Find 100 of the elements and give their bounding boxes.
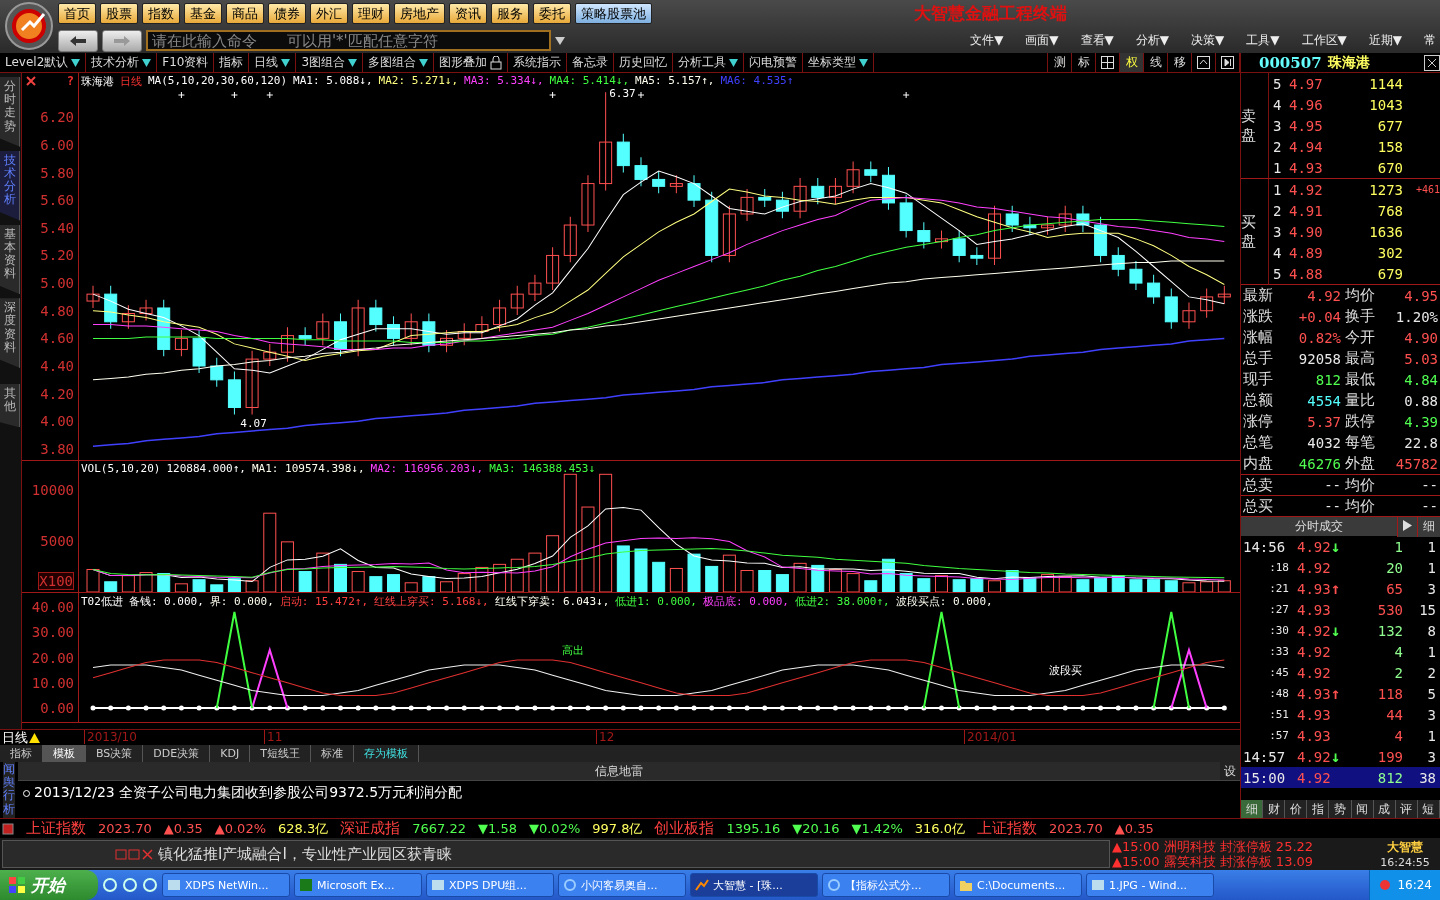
trade-row[interactable]: :21 4.93↑ 65 3 <box>1241 578 1440 599</box>
side-tab[interactable]: 技术分析 <box>0 150 20 221</box>
taskbar-item[interactable]: C:\Documents... <box>954 873 1082 897</box>
volume-cell-text: 677 <box>1376 117 1403 134</box>
trade-row[interactable]: :48 4.93↑ 118 5 <box>1241 683 1440 704</box>
volume-cell-text: 1144 <box>1368 75 1403 92</box>
indicator-value: 低进1: 0.000, <box>615 594 697 608</box>
trade-row[interactable]: :27 4.93 530 15 <box>1241 599 1440 620</box>
time-cell-text: :33 <box>1268 645 1289 658</box>
stat-label: 涨跌 <box>1243 307 1274 326</box>
date-label: 12 <box>596 729 615 744</box>
volume-cell-text: 158 <box>1376 138 1403 155</box>
axis-label: 6.20 <box>40 109 74 126</box>
trade-row[interactable]: 14:57 4.92↓ 199 3 <box>1241 746 1440 767</box>
stat-label: 总买 <box>1243 496 1274 516</box>
taskbar-item[interactable]: 大智慧 - [珠... <box>690 873 818 897</box>
nav-button[interactable]: 首页 <box>58 3 96 24</box>
side-tab[interactable]: 深度资料 <box>0 298 20 368</box>
ticker-text: 2023.70 <box>1048 821 1103 836</box>
count-cell-text: 3 <box>1426 706 1436 723</box>
stat-label: 今开 <box>1344 328 1376 347</box>
trade-row[interactable]: :57 4.93 4 1 <box>1241 725 1440 746</box>
nav-button[interactable]: 策略股票池 <box>575 3 652 24</box>
stat-value: -- <box>1323 477 1341 493</box>
nav-button[interactable]: 理财 <box>352 3 390 24</box>
price-cell-text: 4.95 <box>1289 117 1324 134</box>
menu-item[interactable]: 分析▼ <box>1135 32 1170 49</box>
nav-button[interactable]: 房地产 <box>394 3 445 24</box>
stock-name: 珠海港 <box>1327 53 1370 72</box>
menu-item[interactable]: 文件▼ <box>970 32 1004 49</box>
clock: 16:24:55 <box>1380 856 1430 869</box>
stat-value: 4.95 <box>1403 287 1438 304</box>
ticker-text: 628.3亿 <box>278 819 329 838</box>
settings-button[interactable]: 设 <box>1220 762 1240 780</box>
nav-button[interactable]: 股票 <box>100 3 138 24</box>
trade-row[interactable]: :30 4.92↓ 132 8 <box>1241 620 1440 641</box>
nav-button[interactable]: 基金 <box>184 3 222 24</box>
count-cell-text: 1 <box>1426 643 1436 660</box>
nav-button[interactable]: 委托 <box>533 3 571 24</box>
trade-row[interactable]: :51 4.93 44 3 <box>1241 704 1440 725</box>
time-cell-text: :51 <box>1268 708 1289 721</box>
nav-button[interactable]: 商品 <box>226 3 264 24</box>
volume-cell-text: 530 <box>1376 601 1403 618</box>
volume-cell-text: 679 <box>1376 265 1403 282</box>
indicator-name: T02低进 <box>81 594 123 608</box>
news-side-label: 闻舆行析 <box>3 762 15 818</box>
news-header: 信息地雷 <box>594 763 644 780</box>
price-cell-text: 4.92↓ <box>1296 747 1342 766</box>
price-cell-text: 4.93 <box>1296 727 1332 744</box>
trade-row[interactable]: :45 4.92 2 2 <box>1241 662 1440 683</box>
taskbar-item[interactable]: 1.JPG - Wind... <box>1086 873 1214 897</box>
news-link[interactable]: 2013/12/23 全资子公司电力集团收到参股公司9372.5万元利润分配 <box>18 781 1240 805</box>
detail-button[interactable]: 细 <box>1417 516 1440 537</box>
menu-item[interactable]: 工具▼ <box>1246 32 1280 49</box>
stat-value: 4.92 <box>1306 287 1341 304</box>
indicator-value: 红线上穿买: 5.168↓, <box>374 594 489 608</box>
nav-button[interactable]: 指数 <box>142 3 180 24</box>
stat-label: 总卖 <box>1243 475 1274 495</box>
menu-item[interactable]: 近期▼ <box>1368 32 1402 49</box>
app-title: 大智慧金融工程终端 <box>914 2 1067 25</box>
trade-row[interactable]: 15:00 4.92 812 38 <box>1241 767 1440 788</box>
menu-item[interactable]: 常 <box>1424 32 1436 49</box>
trade-row[interactable]: :33 4.92 4 1 <box>1241 641 1440 662</box>
taskbar-item[interactable]: XDPS NetWin... <box>162 873 290 897</box>
price-cell-text: 4.88 <box>1289 265 1324 282</box>
menu-item[interactable]: 工作区▼ <box>1301 32 1347 49</box>
volume-params: VOL(5,10,20) <box>81 462 161 476</box>
nav-button[interactable]: 债券 <box>268 3 306 24</box>
indicator-value: 启动: 15.472↑, <box>279 594 369 608</box>
price-cell-text: 4.97 <box>1289 75 1324 92</box>
taskbar-item[interactable]: Microsoft Ex... <box>294 873 422 897</box>
level-cell-text: 4 <box>1273 244 1283 261</box>
trade-row[interactable]: 14:56 4.92↓ 1 1 <box>1241 536 1440 557</box>
menu-item[interactable]: 决策▼ <box>1191 32 1225 49</box>
stat-label: 最高 <box>1344 349 1376 368</box>
tool-button[interactable]: 权 <box>1119 53 1143 72</box>
panel-tab[interactable]: 细 <box>1241 800 1264 818</box>
trade-row[interactable]: :18 4.92 20 1 <box>1241 557 1440 578</box>
taskbar-item[interactable]: 小闪客易奥自... <box>558 873 686 897</box>
price-cell-text: 4.94 <box>1289 138 1324 155</box>
time-cell-text: 14:56 <box>1243 538 1287 555</box>
side-tab[interactable]: 基本资料 <box>0 224 20 295</box>
taskbar-item[interactable]: XDPS DPU组... <box>426 873 554 897</box>
ticker-text: 上证指数 <box>26 819 86 838</box>
side-tab[interactable]: 其他 <box>0 384 20 428</box>
nav-button[interactable]: 资讯 <box>449 3 487 24</box>
menu-item[interactable]: 画面▼ <box>1025 32 1059 49</box>
volume-cell-text: 1 <box>1393 538 1403 555</box>
nav-button[interactable]: 服务 <box>491 3 529 24</box>
side-tab[interactable]: 分时走势 <box>0 77 20 147</box>
nav-button[interactable]: 外汇 <box>310 3 348 24</box>
count-cell-text: 2 <box>1426 664 1436 681</box>
menu-item[interactable]: 查看▼ <box>1080 32 1114 49</box>
axis-label: 5.20 <box>40 247 74 264</box>
count-cell-text: 38 <box>1418 769 1436 786</box>
indicator-value: 红线下穿卖: 6.043↓, <box>494 594 610 608</box>
volume-cell-text: 132 <box>1376 622 1403 639</box>
template-tab[interactable]: 模板 <box>43 745 86 762</box>
taskbar-item[interactable]: 【指标公式分... <box>822 873 950 897</box>
command-field[interactable]: 请在此输入命令 可以用'*'匹配任意字符 <box>146 30 551 51</box>
